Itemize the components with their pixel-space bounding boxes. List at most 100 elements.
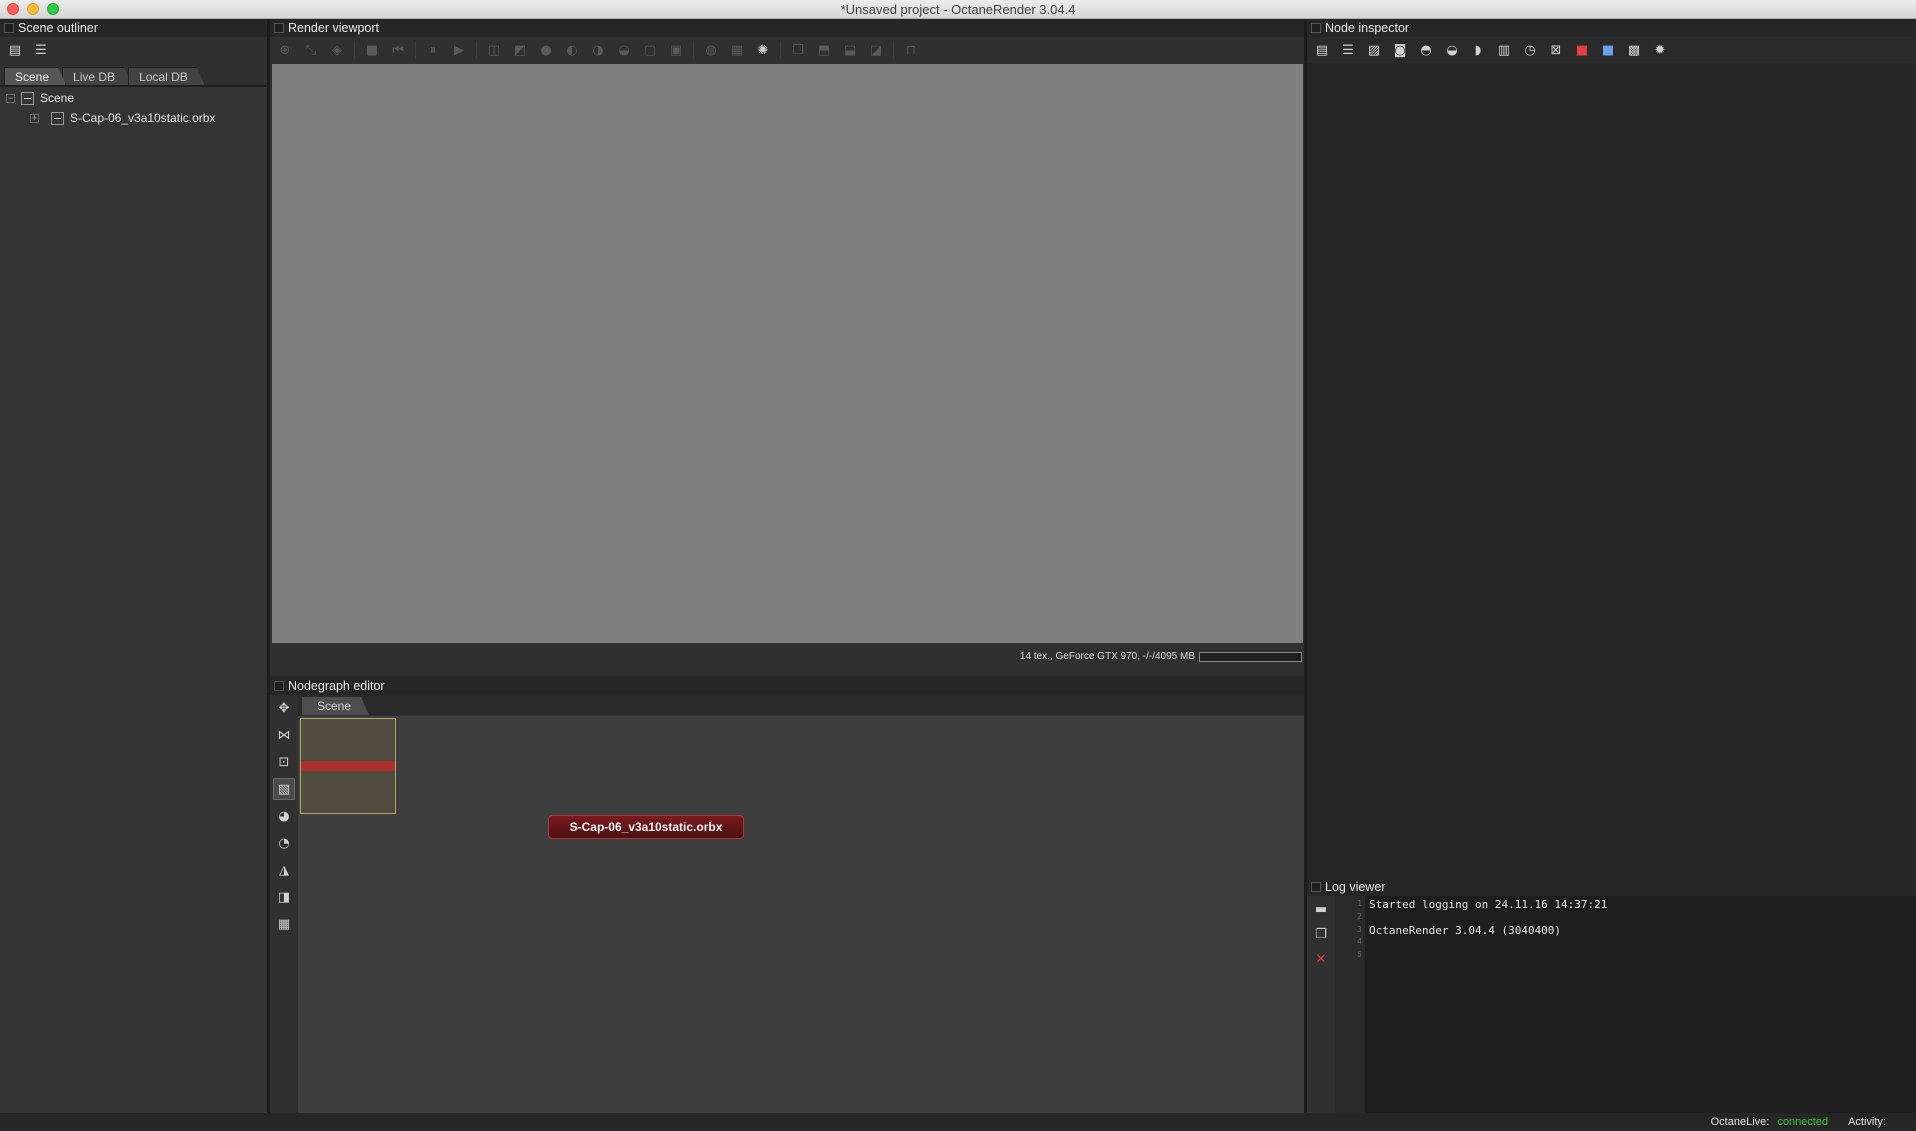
scene-outliner-title: Scene outliner	[18, 21, 98, 35]
toolbar-separator	[415, 41, 416, 59]
material-node-icon[interactable]: ◕	[273, 805, 295, 827]
collapse-all-icon[interactable]: ▤	[4, 39, 26, 61]
kernel-icon[interactable]: ▥	[1493, 39, 1515, 61]
scene-node-icon	[21, 91, 34, 105]
texture-node-icon[interactable]: ◔	[273, 832, 295, 854]
imager-icon[interactable]: ⊠	[1545, 39, 1567, 61]
material-picker-icon[interactable]: ●	[535, 39, 557, 61]
toolbar-separator	[693, 41, 694, 59]
log-line: OctaneRender 3.04.4 (3040400)	[1369, 923, 1562, 937]
grid-icon[interactable]: ▦	[273, 913, 295, 935]
tab-local-db[interactable]: Local DB	[128, 67, 205, 85]
copy-log-icon[interactable]: ❐	[1310, 923, 1332, 945]
tab-scene[interactable]: Scene	[4, 67, 66, 85]
clay-mode-icon[interactable]: ◪	[865, 39, 887, 61]
camera-icon[interactable]: ◈	[326, 39, 348, 61]
line-number: 2	[1357, 911, 1362, 921]
zoom-icon[interactable]: ⤡	[300, 39, 322, 61]
inspector-toolbar: ▤ ☰ ▨ ◙ ◓ ◒ ◗ ▥ ◷ ⊠ ■ ■ ▩ ✹	[1307, 37, 1916, 63]
scene-outliner-header: Scene outliner	[0, 19, 267, 37]
expand-all-icon[interactable]: ☰	[30, 39, 52, 61]
environment-icon[interactable]: ◓	[1415, 39, 1437, 61]
node-tool-icon[interactable]: ✥	[273, 697, 295, 719]
render-priority-icon[interactable]: ✺	[752, 39, 774, 61]
pause-icon[interactable]: ⏸	[422, 39, 444, 61]
resolution-icon[interactable]: ▦	[726, 39, 748, 61]
expand-icon[interactable]: +	[30, 113, 39, 123]
tree-item-label: Scene	[40, 91, 75, 105]
scene-tree: − Scene + S-Cap-06_v3a10static.orbx	[0, 87, 267, 1113]
lock-icon[interactable]: ⊓	[900, 39, 922, 61]
outliner-toolbar: ▤ ☰	[0, 37, 267, 63]
render-toolbar: ⊕ ⤡ ◈ ■ ⏮ ⏸ ▶ ◫ ◩ ● ◐ ◑ ◒ ▢ ▣ ◍ ▦ ✺ ❐ ⬒ …	[270, 37, 1304, 63]
rearrange-icon[interactable]: ⋈	[273, 724, 295, 746]
stop-icon[interactable]: ■	[361, 39, 383, 61]
graph-thumbnail[interactable]	[300, 718, 396, 814]
restart-icon[interactable]: ⏮	[387, 39, 409, 61]
export-passes-icon[interactable]: ⬓	[839, 39, 861, 61]
toolbar-separator	[893, 41, 894, 59]
tree-item-label: S-Cap-06_v3a10static.orbx	[70, 111, 216, 125]
geometry-node-icon[interactable]: ◮	[273, 859, 295, 881]
camera-target-icon[interactable]: ◑	[587, 39, 609, 61]
line-number: 1	[1357, 899, 1362, 908]
panel-pin-icon[interactable]	[1311, 23, 1321, 33]
visible-environment-icon[interactable]: ◒	[1441, 39, 1463, 61]
play-icon[interactable]: ▶	[448, 39, 470, 61]
panel-pin-icon[interactable]	[1311, 882, 1321, 892]
graph-node-orbx[interactable]: S-Cap-06_v3a10static.orbx	[548, 815, 744, 839]
save-image-icon[interactable]: ⬒	[813, 39, 835, 61]
film-region-icon[interactable]: ▣	[665, 39, 687, 61]
nodegraph-canvas[interactable]: S-Cap-06_v3a10static.orbx	[298, 716, 1304, 1113]
camera-node-icon[interactable]: ◙	[1389, 39, 1411, 61]
show-preview-icon[interactable]: ▧	[273, 778, 295, 800]
tab-live-db[interactable]: Live DB	[62, 67, 132, 85]
copy-image-icon[interactable]: ❐	[787, 39, 809, 61]
collapse-all-icon[interactable]: ▤	[1311, 39, 1333, 61]
log-line: Started logging on 24.11.16 14:37:21	[1369, 898, 1608, 911]
clear-log-icon[interactable]: ✕	[1310, 948, 1332, 970]
film-settings-icon[interactable]: ◗	[1467, 39, 1489, 61]
log-text-area[interactable]: Started logging on 24.11.16 14:37:21 Oct…	[1365, 896, 1916, 1113]
lighting-icon[interactable]: ✹	[1649, 39, 1671, 61]
nodegraph-editor-panel: Nodegraph editor ✥ ⋈ ⊡ ▧ ◕ ◔ ◮ ◨ ▦ Scene…	[270, 677, 1304, 1113]
panel-pin-icon[interactable]	[4, 23, 14, 33]
orbx-node-icon	[51, 111, 64, 125]
zoom-lens-icon[interactable]: ◍	[700, 39, 722, 61]
connection-status: connected	[1777, 1116, 1829, 1128]
log-viewer-header: Log viewer	[1307, 878, 1916, 896]
focus-picker-icon[interactable]: ◫	[483, 39, 505, 61]
tab-scene-graph[interactable]: Scene	[302, 697, 369, 715]
post-processing-icon[interactable]: ■	[1571, 39, 1593, 61]
toolbar-separator	[354, 41, 355, 59]
recenter-icon[interactable]: ⊕	[274, 39, 296, 61]
tree-item-scene[interactable]: − Scene	[6, 89, 74, 107]
white-balance-icon[interactable]: ◩	[509, 39, 531, 61]
panel-pin-icon[interactable]	[274, 23, 284, 33]
nodegraph-header: Nodegraph editor	[270, 677, 1304, 695]
viewport-statusbar: 14 tex., GeForce GTX 970, -/-/4095 MB	[270, 644, 1302, 669]
fit-nodes-icon[interactable]: ⊡	[273, 751, 295, 773]
render-target-icon[interactable]: ▨	[1363, 39, 1385, 61]
collapse-icon[interactable]: −	[6, 93, 15, 103]
nodegraph-title: Nodegraph editor	[288, 679, 385, 693]
tree-item-orbx[interactable]: + S-Cap-06_v3a10static.orbx	[30, 109, 215, 127]
inspector-body[interactable]	[1307, 63, 1916, 879]
panel-pin-icon[interactable]	[274, 681, 284, 691]
save-log-icon[interactable]: ▬	[1310, 898, 1332, 920]
image-icon[interactable]: ▩	[1623, 39, 1645, 61]
geometry-icon[interactable]: ■	[1597, 39, 1619, 61]
expand-all-icon[interactable]: ☰	[1337, 39, 1359, 61]
outliner-tabs: Scene Live DB Local DB	[4, 67, 201, 85]
object-picker-icon[interactable]: ◐	[561, 39, 583, 61]
collapse-node-icon[interactable]: ◨	[273, 886, 295, 908]
autofocus-icon[interactable]: ◒	[613, 39, 635, 61]
render-canvas[interactable]	[272, 64, 1303, 643]
log-sidebar: ▬ ❐ ✕	[1307, 896, 1335, 1113]
region-render-icon[interactable]: ▢	[639, 39, 661, 61]
log-line-numbers: 1 2 3 4 5	[1335, 896, 1365, 1113]
node-inspector-panel: Node inspector ▤ ☰ ▨ ◙ ◓ ◒ ◗ ▥ ◷ ⊠ ■ ■ ▩…	[1307, 19, 1916, 879]
nodegraph-tabbar: Scene	[298, 695, 1304, 715]
animation-settings-icon[interactable]: ◷	[1519, 39, 1541, 61]
